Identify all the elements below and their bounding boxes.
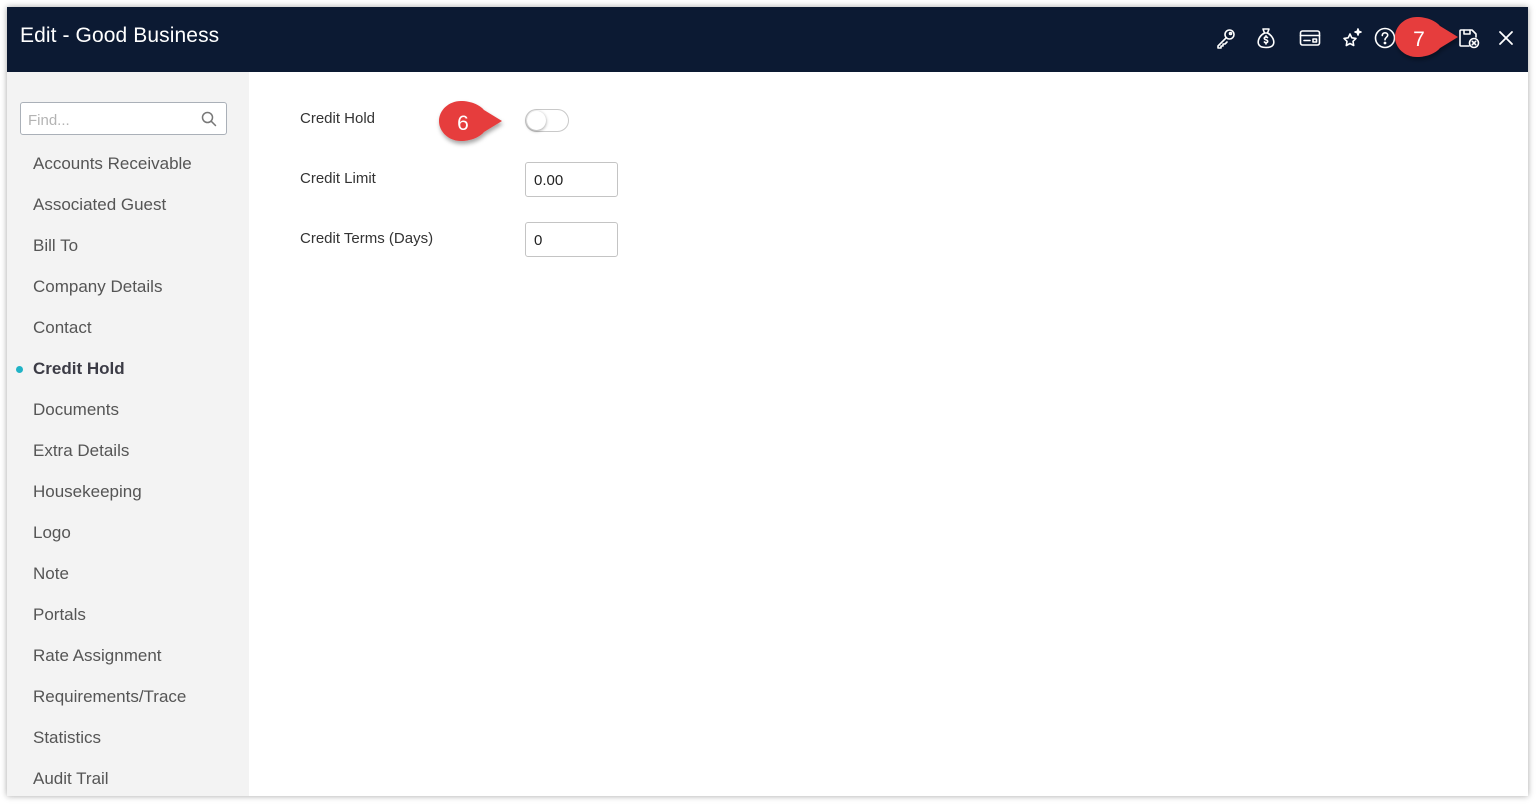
sidebar-item-credit-hold[interactable]: Credit Hold (7, 357, 249, 398)
toggle-knob (527, 111, 546, 130)
credit-limit-field (525, 162, 618, 197)
sidebar-item-requirements-trace[interactable]: Requirements/Trace (7, 685, 249, 726)
sidebar-item-label: Audit Trail (33, 769, 109, 788)
sidebar-item-label: Company Details (33, 277, 163, 296)
sidebar-item-accounts-receivable[interactable]: Accounts Receivable (7, 152, 249, 193)
close-icon[interactable] (1493, 25, 1519, 51)
sidebar-item-audit-trail[interactable]: Audit Trail (7, 767, 249, 796)
sidebar-item-label: Documents (33, 400, 119, 419)
sidebar-item-label: Portals (33, 605, 86, 624)
edit-window: Edit - Good Business Find... Accounts Re… (7, 7, 1528, 796)
sidebar-item-label: Rate Assignment (33, 646, 162, 665)
sidebar-item-label: Contact (33, 318, 92, 337)
sidebar-item-associated-guest[interactable]: Associated Guest (7, 193, 249, 234)
find-box (20, 102, 227, 135)
sidebar-item-rate-assignment[interactable]: Rate Assignment (7, 644, 249, 685)
sidebar-item-note[interactable]: Note (7, 562, 249, 603)
sidebar-item-documents[interactable]: Documents (7, 398, 249, 439)
callout-7: 7 (1395, 17, 1458, 57)
sidebar-item-portals[interactable]: Portals (7, 603, 249, 644)
sidebar-item-company-details[interactable]: Company Details (7, 275, 249, 316)
sidebar-item-label: Requirements/Trace (33, 687, 187, 706)
sidebar-item-housekeeping[interactable]: Housekeeping (7, 480, 249, 521)
sidebar-item-bill-to[interactable]: Bill To (7, 234, 249, 275)
credit-hold-form: Credit Hold Credit Limit Credit Terms (D… (249, 72, 1528, 796)
sidebar: Accounts Receivable Associated Guest Bil… (7, 72, 249, 796)
callout-6: 6 (439, 101, 502, 141)
credit-hold-label: Credit Hold (300, 110, 376, 127)
key-icon[interactable] (1213, 25, 1239, 51)
active-indicator-dot (16, 366, 23, 373)
sidebar-item-label: Logo (33, 523, 71, 542)
credit-limit-label: Credit Limit (300, 170, 376, 187)
credit-terms-label: Credit Terms (Days) (300, 230, 434, 247)
sparkle-star-icon[interactable] (1339, 25, 1365, 51)
credit-terms-input[interactable] (532, 231, 616, 250)
search-icon[interactable] (201, 111, 217, 127)
sidebar-item-logo[interactable]: Logo (7, 521, 249, 562)
sidebar-item-label: Extra Details (33, 441, 130, 460)
sidebar-item-label: Housekeeping (33, 482, 142, 501)
callout-7-number: 7 (1413, 28, 1425, 51)
credit-hold-toggle[interactable] (525, 109, 569, 132)
credit-terms-field (525, 222, 618, 257)
sidebar-item-label: Associated Guest (33, 195, 167, 214)
money-bag-icon[interactable] (1253, 25, 1279, 51)
sidebar-item-contact[interactable]: Contact (7, 316, 249, 357)
sidebar-item-label: Credit Hold (33, 359, 125, 378)
sidebar-item-label: Bill To (33, 236, 79, 255)
window-title: Edit - Good Business (20, 24, 220, 47)
header-bar: Edit - Good Business (7, 7, 1528, 72)
sidebar-item-extra-details[interactable]: Extra Details (7, 439, 249, 480)
sidebar-item-statistics[interactable]: Statistics (7, 726, 249, 767)
sidebar-item-label: Statistics (33, 728, 102, 747)
card-icon[interactable] (1297, 25, 1323, 51)
callout-6-number: 6 (457, 112, 469, 135)
sidebar-item-label: Note (33, 564, 69, 583)
credit-limit-input[interactable] (532, 171, 616, 190)
sidebar-nav: Accounts Receivable Associated Guest Bil… (7, 152, 249, 796)
sidebar-item-label: Accounts Receivable (33, 154, 192, 173)
find-input[interactable] (26, 109, 200, 131)
